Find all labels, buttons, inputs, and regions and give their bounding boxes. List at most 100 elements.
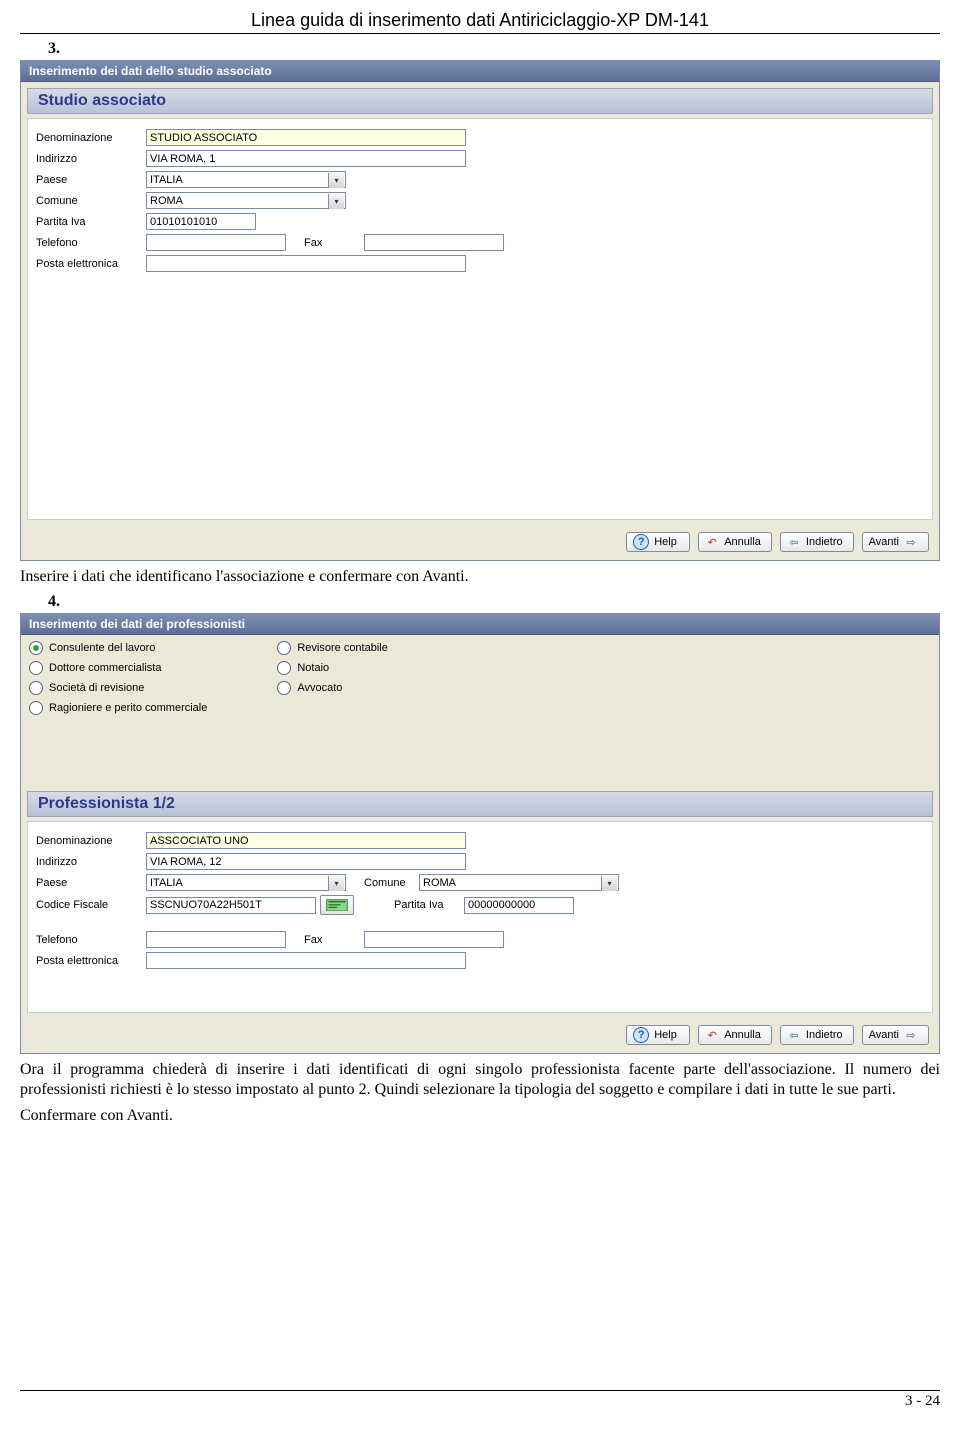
indietro-label: Indietro: [806, 536, 843, 548]
label-indirizzo: Indirizzo: [36, 153, 146, 165]
label-fax-2: Fax: [304, 934, 364, 946]
input-piva-2[interactable]: 00000000000: [464, 897, 574, 914]
input-telefono[interactable]: [146, 234, 286, 251]
input-denominazione-2[interactable]: ASSCOCIATO UNO: [146, 832, 466, 849]
annulla-button[interactable]: ↶Annulla: [698, 532, 772, 552]
indietro-button[interactable]: ⇦ Indietro: [780, 532, 854, 552]
window-studio-associato: Inserimento dei dati dello studio associ…: [20, 60, 940, 561]
arrow-left-icon: ⇦: [787, 535, 801, 549]
combo-paese[interactable]: ITALIA ▾: [146, 171, 346, 188]
radio-icon: [29, 681, 43, 695]
combo-comune-value: ROMA: [150, 195, 183, 207]
label-email: Posta elettronica: [36, 258, 146, 270]
radio-ragioniere[interactable]: Ragioniere e perito commerciale: [29, 701, 207, 715]
input-denominazione[interactable]: STUDIO ASSOCIATO: [146, 129, 466, 146]
radio-consulente[interactable]: Consulente del lavoro: [29, 641, 207, 655]
step-3-number: 3.: [48, 40, 940, 58]
label-fax: Fax: [304, 237, 364, 249]
help-icon: ?: [633, 1027, 649, 1043]
help-label: Help: [654, 536, 677, 548]
instruction-text-3: Confermare con Avanti.: [20, 1106, 940, 1126]
help-icon: ?: [633, 534, 649, 550]
radio-label: Notaio: [297, 662, 329, 674]
chevron-down-icon[interactable]: ▾: [328, 194, 344, 209]
label-paese: Paese: [36, 174, 146, 186]
label-comune: Comune: [36, 195, 146, 207]
radio-revisore[interactable]: Revisore contabile: [277, 641, 388, 655]
input-cf[interactable]: SSCNUO70A22H501T: [146, 897, 316, 914]
form-professionista: Denominazione ASSCOCIATO UNO Indirizzo V…: [27, 821, 933, 1013]
input-indirizzo-2[interactable]: VIA ROMA, 12: [146, 853, 466, 870]
arrow-right-icon: ⇨: [904, 535, 918, 549]
radio-label: Avvocato: [297, 682, 342, 694]
input-indirizzo[interactable]: VIA ROMA, 1: [146, 150, 466, 167]
indietro-label: Indietro: [806, 1029, 843, 1041]
combo-comune-2[interactable]: ROMA ▾: [419, 874, 619, 891]
chevron-down-icon[interactable]: ▾: [328, 876, 344, 891]
radio-icon: [277, 661, 291, 675]
radio-notaio[interactable]: Notaio: [277, 661, 388, 675]
label-piva: Partita Iva: [36, 216, 146, 228]
cf-tool-button[interactable]: [320, 895, 354, 915]
button-bar-1: ? Help ↶Annulla ⇦ Indietro Avanti ⇨: [21, 526, 939, 560]
window2-titlebar: Inserimento dei dati dei professionisti: [21, 614, 939, 635]
label-indirizzo-2: Indirizzo: [36, 856, 146, 868]
form-studio-associato: Denominazione STUDIO ASSOCIATO Indirizzo…: [27, 118, 933, 520]
page-number: 3 - 24: [905, 1393, 940, 1410]
combo-comune[interactable]: ROMA ▾: [146, 192, 346, 209]
input-fax-2[interactable]: [364, 931, 504, 948]
avanti-label: Avanti: [869, 1029, 899, 1041]
instruction-text-1: Inserire i dati che identificano l'assoc…: [20, 567, 940, 587]
radio-icon: [277, 681, 291, 695]
help-label: Help: [654, 1029, 677, 1041]
label-paese-2: Paese: [36, 877, 146, 889]
combo-comune-2-value: ROMA: [423, 877, 456, 889]
document-title: Linea guida di inserimento dati Antirici…: [20, 10, 940, 34]
radio-area: Consulente del lavoro Dottore commercial…: [21, 635, 939, 785]
help-button[interactable]: ? Help: [626, 532, 690, 552]
step-4-number: 4.: [48, 593, 940, 611]
radio-label: Ragioniere e perito commerciale: [49, 702, 207, 714]
help-button-2[interactable]: ? Help: [626, 1025, 690, 1045]
radio-avvocato[interactable]: Avvocato: [277, 681, 388, 695]
combo-paese-2[interactable]: ITALIA▾: [146, 874, 346, 891]
label-comune-2: Comune: [364, 877, 419, 889]
input-email-2[interactable]: [146, 952, 466, 969]
radio-col-right: Revisore contabile Notaio Avvocato: [277, 641, 388, 715]
input-telefono-2[interactable]: [146, 931, 286, 948]
label-email-2: Posta elettronica: [36, 955, 146, 967]
input-fax[interactable]: [364, 234, 504, 251]
label-telefono: Telefono: [36, 237, 146, 249]
button-bar-2: ? Help ↶Annulla ⇦ Indietro Avanti ⇨: [21, 1019, 939, 1053]
undo-icon: ↶: [705, 1028, 719, 1042]
indietro-button-2[interactable]: ⇦ Indietro: [780, 1025, 854, 1045]
chevron-down-icon[interactable]: ▾: [328, 173, 344, 188]
window1-titlebar: Inserimento dei dati dello studio associ…: [21, 61, 939, 82]
avanti-button-2[interactable]: Avanti ⇨: [862, 1025, 929, 1045]
card-icon: [326, 899, 348, 911]
section-studio-associato: Studio associato: [27, 88, 933, 114]
input-email[interactable]: [146, 255, 466, 272]
window-professionisti: Inserimento dei dati dei professionisti …: [20, 613, 940, 1054]
section-professionista: Professionista 1/2: [27, 791, 933, 817]
radio-dottore[interactable]: Dottore commercialista: [29, 661, 207, 675]
chevron-down-icon[interactable]: ▾: [601, 876, 617, 891]
label-cf: Codice Fiscale: [36, 899, 146, 911]
arrow-right-icon: ⇨: [904, 1028, 918, 1042]
instruction-text-2: Ora il programma chiederà di inserire i …: [20, 1060, 940, 1100]
label-telefono-2: Telefono: [36, 934, 146, 946]
arrow-left-icon: ⇦: [787, 1028, 801, 1042]
label-piva-2: Partita Iva: [394, 899, 464, 911]
input-piva[interactable]: 01010101010: [146, 213, 256, 230]
annulla-label: Annulla: [724, 536, 761, 548]
radio-icon: [277, 641, 291, 655]
avanti-label: Avanti: [869, 536, 899, 548]
label-denominazione-2: Denominazione: [36, 835, 146, 847]
radio-societa[interactable]: Società di revisione: [29, 681, 207, 695]
annulla-button-2[interactable]: ↶Annulla: [698, 1025, 772, 1045]
avanti-button[interactable]: Avanti ⇨: [862, 532, 929, 552]
radio-col-left: Consulente del lavoro Dottore commercial…: [29, 641, 207, 715]
combo-paese-value: ITALIA: [150, 174, 183, 186]
radio-icon: [29, 661, 43, 675]
label-denominazione: Denominazione: [36, 132, 146, 144]
